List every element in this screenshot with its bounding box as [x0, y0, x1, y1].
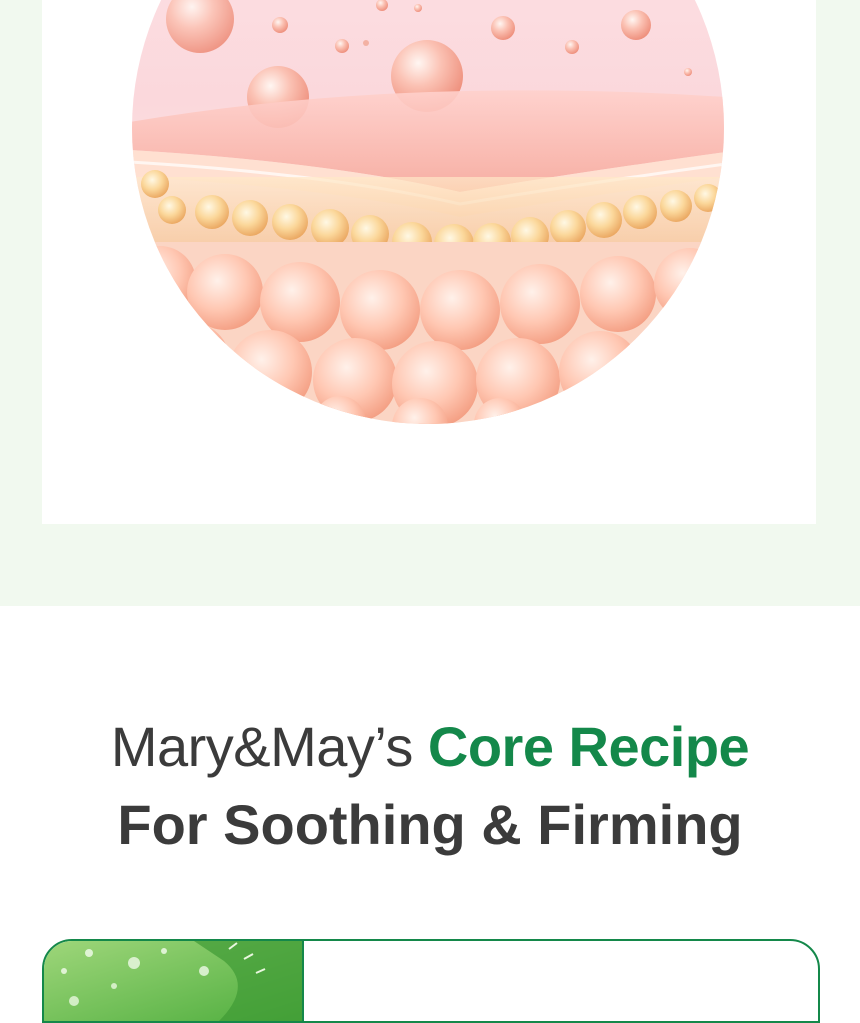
headline-line-1: Mary&May’s Core Recipe	[0, 712, 860, 782]
aloe-leaf-image	[44, 941, 304, 1021]
ingredient-card	[42, 939, 820, 1023]
skin-layers-illustration	[132, 0, 724, 424]
headline-brand: Mary&May’s	[110, 715, 428, 778]
headline-accent: Core Recipe	[427, 715, 750, 778]
collagen-spheres	[132, 242, 724, 424]
headline-line-2: For Soothing & Firming	[117, 793, 743, 856]
section-headline: Mary&May’s Core Recipe For Soothing & Fi…	[0, 712, 860, 860]
